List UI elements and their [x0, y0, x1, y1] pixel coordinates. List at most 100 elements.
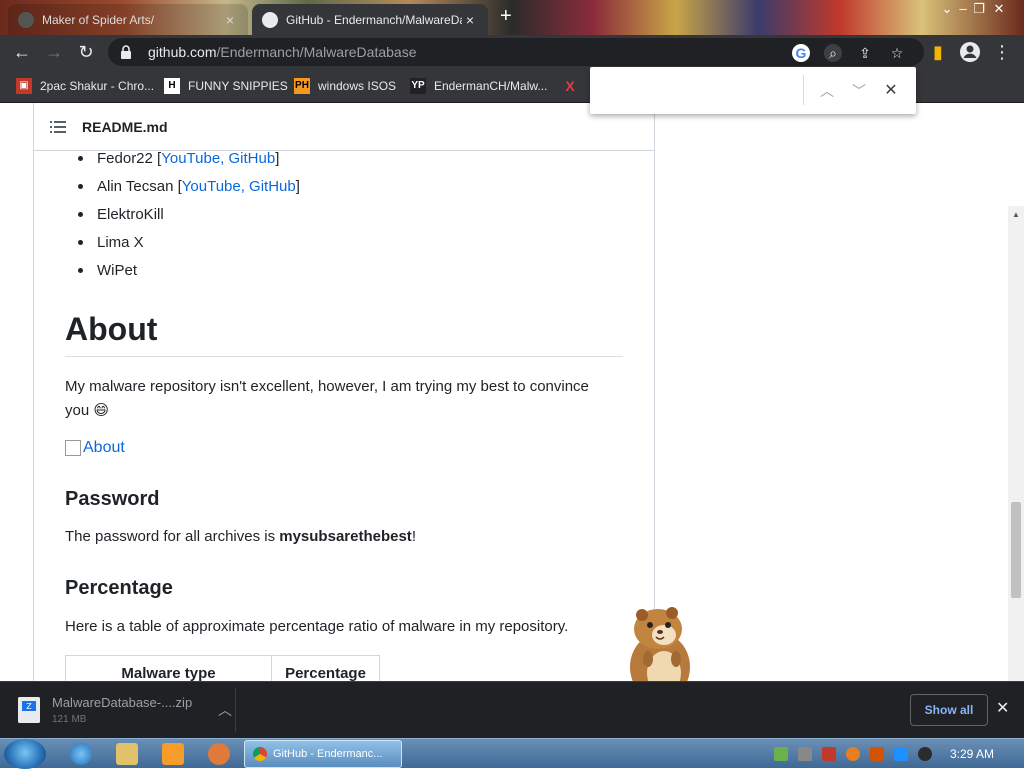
bookmark-star-icon[interactable]: ☆ [888, 44, 906, 62]
url-host: github.com [148, 44, 217, 60]
internet-explorer-icon[interactable] [70, 743, 92, 765]
about-image-link[interactable]: About [65, 439, 125, 457]
lock-icon[interactable] [118, 44, 134, 60]
password-value: mysubsarethebest [279, 528, 412, 545]
bullet [78, 212, 83, 217]
ph-bookmark-icon: PH [294, 78, 310, 94]
forward-icon[interactable]: → [42, 40, 66, 64]
list-item: Lima X [78, 234, 144, 251]
share-icon[interactable]: ⇪ [856, 44, 874, 62]
tray-volume-icon[interactable] [918, 747, 932, 761]
bracket: ] [275, 150, 280, 167]
tab-title: GitHub - Endermanch/MalwareDatabase [286, 12, 462, 27]
malware-table: Malware type Percentage [65, 655, 380, 681]
table-header-cell: Malware type [65, 655, 272, 681]
password-paragraph: The password for all archives is mysubsa… [65, 528, 416, 545]
find-input[interactable] [602, 79, 802, 103]
scroll-up-icon[interactable]: ▲ [1012, 210, 1020, 219]
tab-active[interactable]: GitHub - Endermanch/MalwareDatabase × [252, 4, 488, 35]
download-shelf: Z MalwareDatabase-....zip 121 MB ︿ Show … [0, 681, 1024, 738]
find-page-icon[interactable]: ⌕ [824, 44, 842, 62]
profile-avatar-icon[interactable] [958, 40, 982, 64]
github-favicon-icon [262, 11, 278, 28]
tray-security-icon[interactable] [774, 747, 788, 761]
taskbar-clock[interactable]: 3:29 AM [950, 747, 994, 761]
spider-favicon-icon [18, 11, 34, 28]
password-suffix: ! [411, 528, 416, 545]
tray-app-icon[interactable] [798, 747, 812, 761]
about-heading: About [65, 311, 158, 347]
bullet [78, 156, 83, 161]
readme-filename: README.md [82, 118, 168, 135]
yp-bookmark-icon: YP [410, 78, 426, 94]
taskbar-window-title: GitHub - Endermanc... [273, 748, 383, 760]
extension-icon[interactable]: ▮ [926, 40, 950, 64]
bookmark-item[interactable]: X [562, 77, 586, 95]
taskbar-chrome-window[interactable]: GitHub - Endermanc... [244, 740, 402, 768]
tab-strip: Maker of Spider Arts/ × GitHub - Enderma… [0, 0, 1024, 35]
more-menu-icon[interactable]: ⋮ [990, 40, 1014, 64]
paint-app-icon[interactable] [208, 743, 230, 765]
password-prefix: The password for all archives is [65, 528, 280, 545]
bookmark-item[interactable]: H FUNNY SNIPPIES [164, 77, 288, 95]
zip-file-icon: Z [18, 697, 40, 723]
tray-action-center-icon[interactable] [870, 747, 884, 761]
bullet [78, 268, 83, 273]
tab-close-icon[interactable]: × [462, 12, 478, 28]
download-item[interactable]: Z MalwareDatabase-....zip 121 MB ︿ [12, 688, 236, 732]
contributor-name: ElektroKill [97, 206, 164, 223]
h-bookmark-icon: H [164, 78, 180, 94]
show-all-button[interactable]: Show all [910, 694, 988, 726]
bookmark-item[interactable]: YP EndermanCH/Malw... [410, 77, 547, 95]
window-close-icon[interactable]: ✕ [984, 0, 1014, 20]
list-outline-icon[interactable] [50, 120, 66, 134]
tray-network-icon[interactable] [894, 747, 908, 761]
bookmark-label: EndermanCH/Malw... [434, 79, 548, 93]
file-explorer-icon[interactable] [116, 743, 138, 765]
bookmark-item[interactable]: PH windows ISOS [294, 77, 396, 95]
list-item: Fedor22 [YouTube, GitHub] [78, 150, 280, 167]
reload-icon[interactable]: ↻ [74, 40, 98, 64]
download-info: MalwareDatabase-....zip 121 MB [52, 695, 192, 725]
heading-divider [65, 356, 623, 357]
web-page: README.md Fedor22 [YouTube, GitHub] Alin… [0, 103, 1024, 681]
contributor-name: Fedor22 [ [97, 150, 162, 167]
table-header-row: Malware type Percentage [65, 655, 380, 681]
broken-image-icon [65, 440, 81, 456]
chrome-icon [253, 747, 267, 761]
about-paragraph: My malware repository isn't excellent, h… [65, 378, 589, 419]
browser-toolbar: ← → ↻ github.com/Endermanch/MalwareDatab… [0, 35, 1024, 69]
windows-taskbar: GitHub - Endermanc... 3:29 AM [0, 738, 1024, 769]
svg-text:Z: Z [26, 702, 32, 711]
tab-close-icon[interactable]: × [222, 12, 238, 28]
address-bar[interactable]: github.com/Endermanch/MalwareDatabase G … [108, 38, 924, 66]
contributor-links[interactable]: YouTube, GitHub [161, 150, 275, 167]
start-button[interactable] [4, 739, 46, 769]
percentage-heading: Percentage [65, 577, 173, 599]
find-next-icon[interactable]: ﹀ [848, 80, 870, 102]
tab-inactive[interactable]: Maker of Spider Arts/ × [8, 4, 248, 35]
url-path: /Endermanch/MalwareDatabase [216, 44, 417, 60]
contributor-links[interactable]: YouTube, GitHub [182, 178, 296, 195]
scrollbar-thumb[interactable] [1011, 502, 1021, 598]
media-player-icon[interactable] [162, 743, 184, 765]
bullet [78, 240, 83, 245]
close-shelf-icon[interactable]: ✕ [996, 698, 1009, 718]
google-lens-icon[interactable]: G [792, 44, 810, 62]
find-previous-icon[interactable]: ︿ [816, 80, 838, 102]
tray-search-icon[interactable] [846, 747, 860, 761]
percentage-paragraph: Here is a table of approximate percentag… [65, 618, 569, 635]
contributor-name: Alin Tecsan [ [97, 178, 182, 195]
find-close-icon[interactable]: ✕ [880, 80, 902, 102]
new-tab-icon[interactable]: + [500, 6, 520, 26]
download-options-chevron-icon[interactable]: ︿ [218, 700, 232, 720]
find-bar: ︿ ﹀ ✕ [590, 67, 916, 114]
bracket: ] [295, 178, 300, 195]
back-icon[interactable]: ← [10, 40, 34, 64]
hamster-desktop-pet[interactable] [612, 601, 702, 681]
readme-card: README.md Fedor22 [YouTube, GitHub] Alin… [33, 103, 655, 681]
tray-flag-icon[interactable] [822, 747, 836, 761]
bookmark-item[interactable]: ▣ 2pac Shakur - Chro... [16, 77, 154, 95]
bullet [78, 184, 83, 189]
vertical-scrollbar[interactable]: ▲ ▼ [1008, 206, 1024, 681]
